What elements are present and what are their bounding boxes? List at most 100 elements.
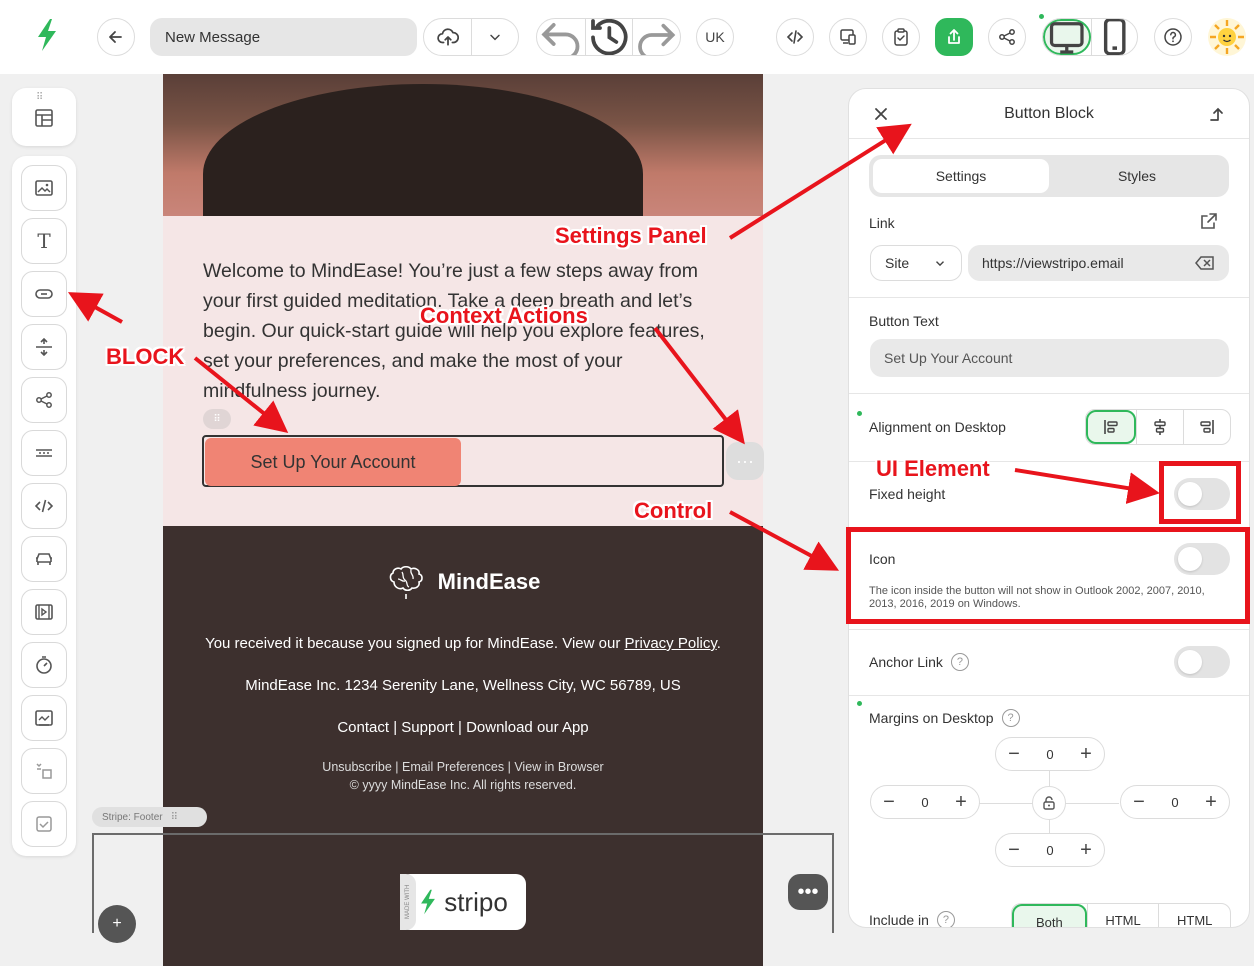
- export-dropdown-button[interactable]: [471, 19, 518, 55]
- button-text-input[interactable]: Set Up Your Account: [870, 339, 1229, 377]
- image-block-tool[interactable]: [21, 165, 67, 211]
- control-annotation: Control: [634, 498, 713, 523]
- anchor-link-toggle[interactable]: [1174, 646, 1230, 678]
- margin-top-value[interactable]: 0: [1046, 747, 1053, 762]
- view-in-browser-link[interactable]: View in Browser: [514, 760, 603, 774]
- link-label: Link: [869, 215, 895, 231]
- preview-button[interactable]: [829, 18, 867, 56]
- include-both-option[interactable]: Both: [1012, 904, 1087, 927]
- minus-icon[interactable]: −: [1000, 740, 1028, 768]
- external-link-icon[interactable]: [1199, 211, 1219, 231]
- plus-icon[interactable]: +: [947, 788, 975, 816]
- stripo-logo-icon: [38, 19, 56, 51]
- align-center-button[interactable]: [1136, 410, 1183, 444]
- video-block-tool[interactable]: [21, 589, 67, 635]
- email-preferences-link[interactable]: Email Preferences: [402, 760, 504, 774]
- device-toggle-group: [1042, 18, 1138, 56]
- cta-button[interactable]: Set Up Your Account: [205, 438, 461, 486]
- help-icon[interactable]: ?: [1001, 709, 1020, 727]
- close-icon[interactable]: [871, 104, 891, 124]
- export-group: [423, 18, 519, 56]
- undo-button[interactable]: [537, 19, 585, 55]
- minus-icon[interactable]: −: [1125, 788, 1153, 816]
- clear-input-icon[interactable]: [1195, 255, 1215, 271]
- include-amp-html-option[interactable]: HTML: [1158, 904, 1230, 927]
- link-type-select[interactable]: Site: [870, 245, 962, 281]
- desktop-view-button[interactable]: [1043, 19, 1091, 55]
- redo-button[interactable]: [632, 19, 680, 55]
- cloud-upload-icon: [436, 28, 459, 46]
- redo-icon: [638, 23, 676, 55]
- made-with-stripo-badge[interactable]: MADE WITH stripo: [400, 874, 526, 930]
- plus-icon[interactable]: +: [1072, 740, 1100, 768]
- share-button[interactable]: [988, 18, 1026, 56]
- banner-icon: [35, 710, 53, 726]
- button-block-selected[interactable]: Set Up Your Account: [202, 435, 724, 487]
- margin-bottom-value[interactable]: 0: [1046, 843, 1053, 858]
- margin-left-stepper[interactable]: − 0 +: [870, 785, 980, 819]
- menu-icon: [36, 449, 52, 457]
- more-options-button[interactable]: •••: [788, 874, 828, 910]
- badge-text: stripo: [444, 886, 508, 917]
- text-block-tool[interactable]: T: [21, 218, 67, 264]
- margin-left-value[interactable]: 0: [921, 795, 928, 810]
- test-button[interactable]: [882, 18, 920, 56]
- margin-bottom-stepper[interactable]: − 0 +: [995, 833, 1105, 867]
- include-html-option[interactable]: HTML: [1086, 904, 1159, 927]
- link-url-input[interactable]: https://viewstripo.email: [968, 245, 1229, 281]
- tab-settings[interactable]: Settings: [873, 159, 1049, 193]
- context-actions-button[interactable]: ···: [726, 442, 764, 480]
- social-block-tool[interactable]: [21, 377, 67, 423]
- download-app-link[interactable]: Download our App: [466, 719, 589, 736]
- plus-icon[interactable]: +: [1197, 788, 1225, 816]
- spacer-block-tool[interactable]: [21, 324, 67, 370]
- help-button[interactable]: [1154, 18, 1192, 56]
- tab-styles[interactable]: Styles: [1049, 159, 1225, 193]
- drag-handle-icon[interactable]: ⠿: [203, 409, 231, 429]
- minus-icon[interactable]: −: [1000, 836, 1028, 864]
- history-group: [536, 18, 681, 56]
- block-annotation: BLOCK: [106, 344, 185, 369]
- privacy-policy-link[interactable]: Privacy Policy: [625, 635, 717, 652]
- upload-button[interactable]: [424, 19, 471, 55]
- message-name-input[interactable]: New Message: [150, 18, 417, 56]
- structures-panel-button[interactable]: ⠿: [12, 88, 76, 146]
- mobile-view-button[interactable]: [1090, 19, 1137, 55]
- footer-sub-links: Unsubscribe | Email Preferences | View i…: [322, 760, 604, 774]
- html-block-tool[interactable]: [21, 483, 67, 529]
- add-block-button[interactable]: +: [98, 905, 136, 943]
- contact-link[interactable]: Contact: [337, 719, 389, 736]
- timer-block-tool[interactable]: [21, 642, 67, 688]
- plus-icon[interactable]: +: [1072, 836, 1100, 864]
- spacer-icon: [36, 337, 52, 357]
- link-url-value: https://viewstripo.email: [982, 255, 1124, 271]
- code-editor-button[interactable]: [776, 18, 814, 56]
- margin-top-stepper[interactable]: − 0 +: [995, 737, 1105, 771]
- align-right-button[interactable]: [1183, 410, 1230, 444]
- back-button[interactable]: [97, 18, 135, 56]
- amp-accordion-block-tool[interactable]: [21, 748, 67, 794]
- margin-lock-button[interactable]: [1032, 786, 1066, 820]
- stripo-logo-icon: [421, 889, 436, 915]
- language-button[interactable]: UK: [696, 18, 734, 56]
- help-icon[interactable]: ?: [950, 653, 969, 671]
- drag-handle-icon[interactable]: ⠿: [171, 812, 178, 823]
- banner-block-tool[interactable]: [21, 695, 67, 741]
- unsubscribe-link[interactable]: Unsubscribe: [322, 760, 391, 774]
- margin-right-stepper[interactable]: − 0 +: [1120, 785, 1230, 819]
- export-button[interactable]: [935, 18, 973, 56]
- version-history-button[interactable]: [584, 19, 633, 55]
- align-left-button[interactable]: [1086, 410, 1136, 444]
- menu-block-tool[interactable]: [21, 430, 67, 476]
- margin-right-value[interactable]: 0: [1171, 795, 1178, 810]
- welcome-text[interactable]: Welcome to MindEase! You’re just a few s…: [203, 256, 723, 406]
- minus-icon[interactable]: −: [875, 788, 903, 816]
- product-block-tool[interactable]: [21, 536, 67, 582]
- user-avatar[interactable]: [1208, 18, 1246, 56]
- welcome-section[interactable]: Welcome to MindEase! You’re just a few s…: [163, 216, 763, 526]
- move-up-icon[interactable]: [1207, 104, 1227, 124]
- button-block-tool[interactable]: [21, 271, 67, 317]
- amp-form-block-tool[interactable]: [21, 801, 67, 847]
- help-icon[interactable]: ?: [936, 911, 955, 927]
- support-link[interactable]: Support: [401, 719, 454, 736]
